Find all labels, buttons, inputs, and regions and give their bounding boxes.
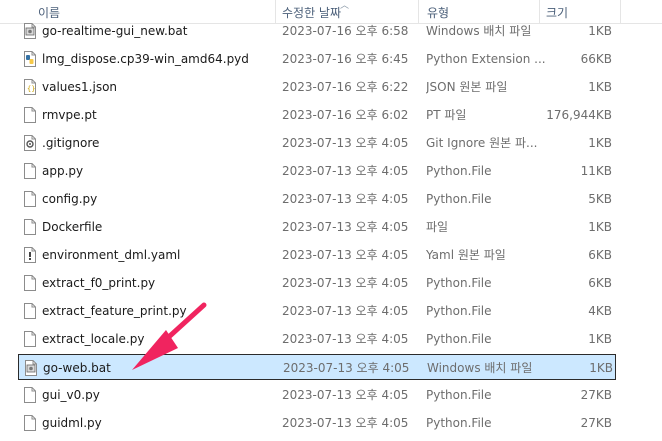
file-row-selected[interactable]: go-web.bat 2023-07-13 오후 4:05 Windows 배치 파… bbox=[18, 354, 616, 380]
file-size: 4KB bbox=[588, 304, 612, 318]
file-icon bbox=[23, 163, 37, 179]
file-size: 1KB bbox=[588, 136, 612, 150]
bat-file-icon bbox=[23, 23, 37, 39]
file-row[interactable]: environment_dml.yaml 2023-07-13 오후 4:05 Ya… bbox=[18, 242, 616, 268]
sort-ascending-icon: ︿ bbox=[340, 1, 350, 11]
file-row[interactable]: app.py 2023-07-13 오후 4:05 Python.File 11KB bbox=[18, 158, 616, 184]
python-file-icon bbox=[23, 51, 37, 67]
file-type: JSON 원본 파일 bbox=[426, 80, 508, 94]
file-date: 2023-07-13 오후 4:05 bbox=[283, 361, 410, 375]
file-row[interactable]: extract_locale.py 2023-07-13 오후 4:05 Pytho… bbox=[18, 326, 616, 352]
gear-file-icon bbox=[23, 135, 37, 151]
file-type: Python.File bbox=[426, 192, 492, 206]
file-icon bbox=[23, 387, 37, 403]
file-icon bbox=[23, 275, 37, 291]
svg-text:{}: {} bbox=[27, 85, 35, 93]
file-date: 2023-07-13 오후 4:05 bbox=[282, 416, 409, 430]
file-size: 1KB bbox=[588, 332, 612, 346]
file-size: 1KB bbox=[588, 220, 612, 234]
file-size: 1KB bbox=[588, 80, 612, 94]
file-date: 2023-07-16 오후 6:58 bbox=[282, 24, 409, 38]
file-row[interactable]: .gitignore 2023-07-13 오후 4:05 Git Ignore 원… bbox=[18, 130, 616, 156]
file-name: guidml.py bbox=[42, 416, 102, 430]
file-icon bbox=[23, 219, 37, 235]
json-file-icon: {} bbox=[23, 79, 37, 95]
file-date: 2023-07-13 오후 4:05 bbox=[282, 220, 409, 234]
file-date: 2023-07-13 오후 4:05 bbox=[282, 192, 409, 206]
file-type: Yaml 원본 파일 bbox=[426, 248, 506, 262]
file-row[interactable]: guidml.py 2023-07-13 오후 4:05 Python.File 27… bbox=[18, 410, 616, 436]
file-date: 2023-07-13 오후 4:05 bbox=[282, 164, 409, 178]
file-row[interactable]: config.py 2023-07-13 오후 4:05 Python.File 5K… bbox=[18, 186, 616, 212]
file-date: 2023-07-13 오후 4:05 bbox=[282, 304, 409, 318]
file-date: 2023-07-16 오후 6:45 bbox=[282, 52, 409, 66]
file-date: 2023-07-13 오후 4:05 bbox=[282, 332, 409, 346]
file-size: 6KB bbox=[588, 248, 612, 262]
file-type: Python.File bbox=[426, 332, 492, 346]
file-row[interactable]: {} values1.json 2023-07-16 오후 6:22 JSON 원본 … bbox=[18, 74, 616, 100]
file-name: extract_feature_print.py bbox=[42, 304, 187, 318]
file-name: go-realtime-gui_new.bat bbox=[42, 24, 188, 38]
file-icon bbox=[23, 191, 37, 207]
file-size: 176,944KB bbox=[546, 108, 612, 122]
file-name: app.py bbox=[42, 164, 84, 178]
yaml-file-icon bbox=[23, 247, 37, 263]
file-type: Windows 배치 파일 bbox=[427, 361, 533, 375]
file-type: Git Ignore 원본 파... bbox=[426, 136, 538, 150]
file-name: Dockerfile bbox=[42, 220, 103, 234]
file-name: lmg_dispose.cp39-win_amd64.pyd bbox=[42, 52, 249, 66]
file-row[interactable]: extract_f0_print.py 2023-07-13 오후 4:05 Pyt… bbox=[18, 270, 616, 296]
file-name: gui_v0.py bbox=[42, 388, 100, 402]
file-type: Python.File bbox=[426, 164, 492, 178]
file-date: 2023-07-16 오후 6:22 bbox=[282, 80, 409, 94]
file-type: 파일 bbox=[426, 220, 449, 234]
file-type: Python Extension ... bbox=[426, 52, 546, 66]
file-date: 2023-07-13 오후 4:05 bbox=[282, 248, 409, 262]
file-name: .gitignore bbox=[42, 136, 100, 150]
file-size: 27KB bbox=[580, 416, 612, 430]
file-name: extract_locale.py bbox=[42, 332, 145, 346]
file-size: 5KB bbox=[588, 192, 612, 206]
bat-file-icon bbox=[24, 360, 38, 376]
file-size: 1KB bbox=[589, 361, 613, 375]
file-name: environment_dml.yaml bbox=[42, 248, 181, 262]
file-size: 27KB bbox=[580, 388, 612, 402]
file-row[interactable]: rmvpe.pt 2023-07-16 오후 6:02 PT 파일 176,944KB bbox=[18, 102, 616, 128]
file-type: Python.File bbox=[426, 276, 492, 290]
file-icon bbox=[23, 415, 37, 431]
file-name: go-web.bat bbox=[43, 361, 111, 375]
file-size: 11KB bbox=[580, 164, 612, 178]
file-date: 2023-07-16 오후 6:02 bbox=[282, 108, 409, 122]
file-size: 66KB bbox=[580, 52, 612, 66]
file-type: PT 파일 bbox=[426, 108, 467, 122]
file-date: 2023-07-13 오후 4:05 bbox=[282, 388, 409, 402]
column-divider[interactable] bbox=[620, 0, 621, 24]
file-row[interactable]: gui_v0.py 2023-07-13 오후 4:05 Python.File 27… bbox=[18, 382, 616, 408]
file-type: Python.File bbox=[426, 416, 492, 430]
file-type: Windows 배치 파일 bbox=[426, 24, 532, 38]
file-size: 1KB bbox=[588, 24, 612, 38]
file-date: 2023-07-13 오후 4:05 bbox=[282, 276, 409, 290]
file-icon bbox=[23, 107, 37, 123]
file-icon bbox=[23, 303, 37, 319]
file-name: values1.json bbox=[42, 80, 118, 94]
file-row[interactable]: Dockerfile 2023-07-13 오후 4:05 파일 1KB bbox=[18, 214, 616, 240]
file-date: 2023-07-13 오후 4:05 bbox=[282, 136, 409, 150]
file-icon bbox=[23, 331, 37, 347]
file-row[interactable]: lmg_dispose.cp39-win_amd64.pyd 2023-07-16… bbox=[18, 46, 616, 72]
file-row[interactable]: extract_feature_print.py 2023-07-13 오후 4:… bbox=[18, 298, 616, 324]
file-type: Python.File bbox=[426, 304, 492, 318]
file-name: extract_f0_print.py bbox=[42, 276, 156, 290]
file-name: rmvpe.pt bbox=[42, 108, 97, 122]
file-type: Python.File bbox=[426, 388, 492, 402]
file-size: 6KB bbox=[588, 276, 612, 290]
file-row[interactable]: go-realtime-gui_new.bat 2023-07-16 오후 6:5… bbox=[18, 18, 616, 44]
file-name: config.py bbox=[42, 192, 98, 206]
